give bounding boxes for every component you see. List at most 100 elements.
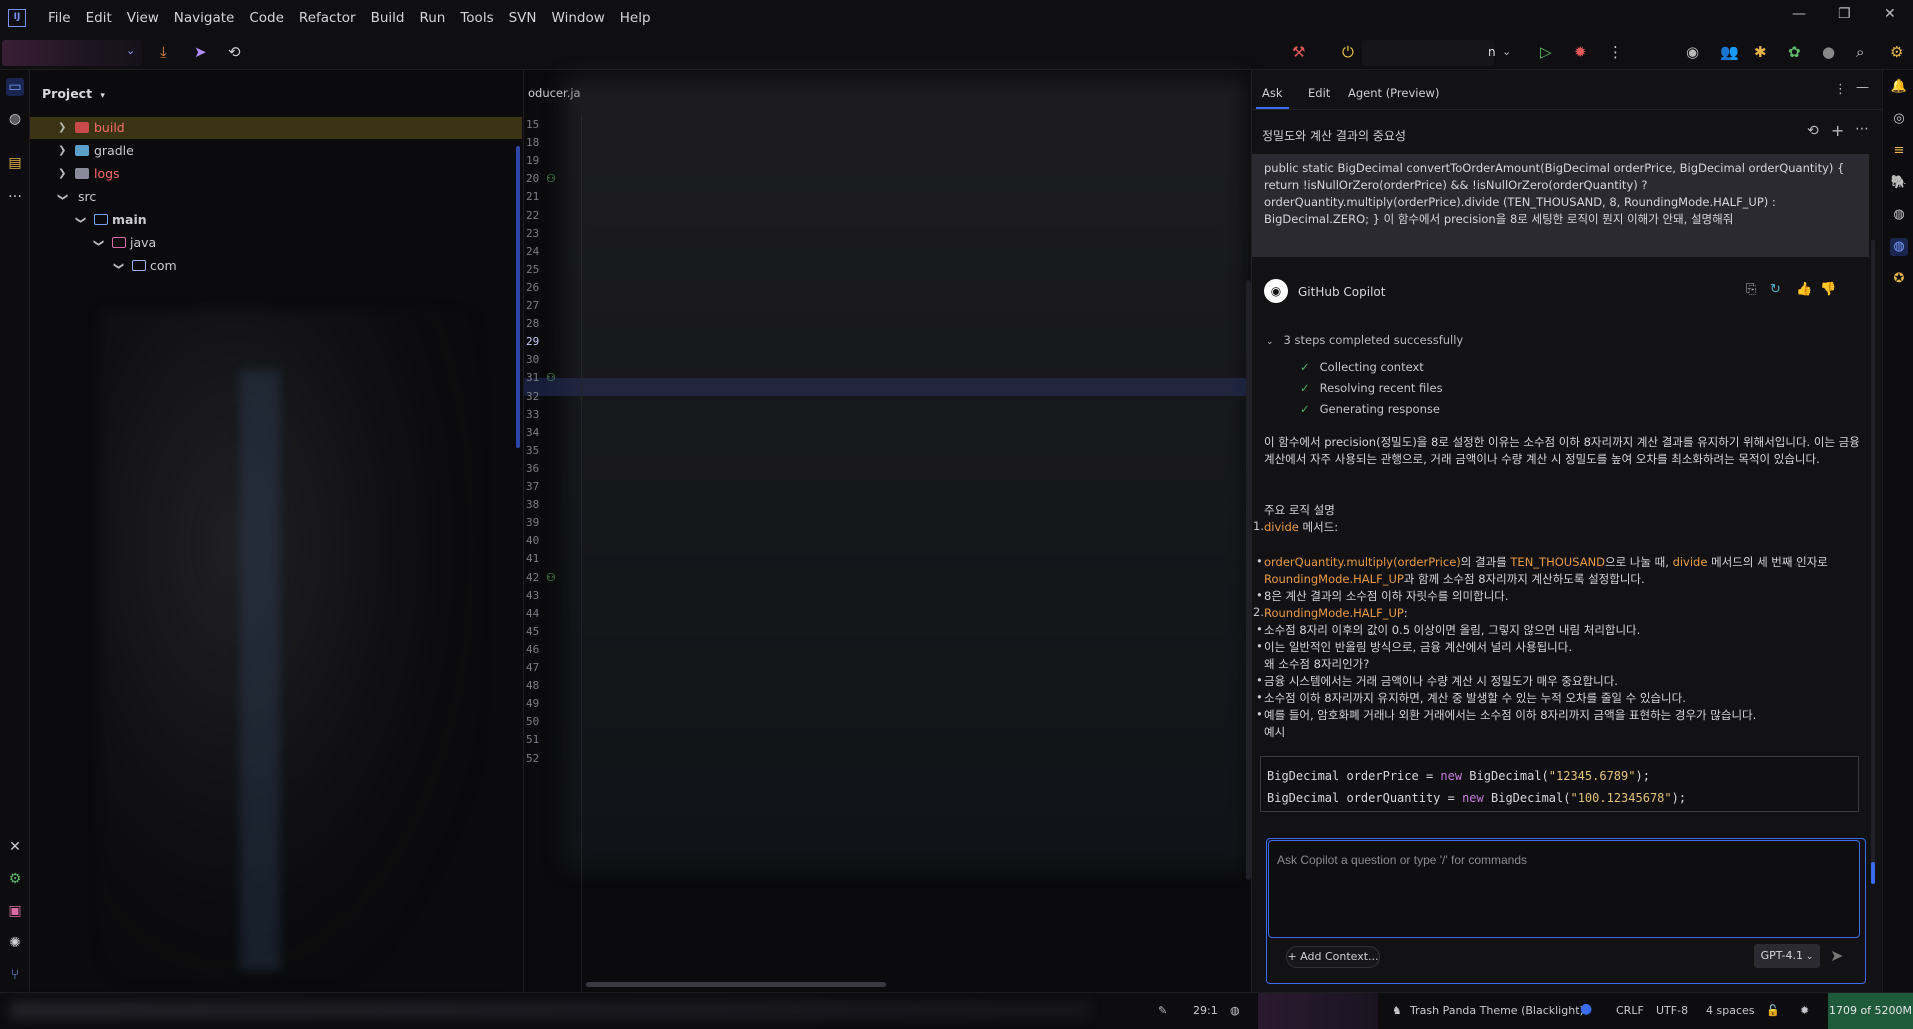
copilot-chat-icon[interactable]: ◍ <box>1890 238 1908 256</box>
chevron-down-icon[interactable]: ❯ <box>87 239 109 247</box>
chevron-down-icon[interactable]: ❯ <box>69 216 91 224</box>
hide-icon[interactable]: — <box>1856 80 1869 95</box>
more-icon[interactable]: ⋯ <box>1855 121 1869 137</box>
close-icon[interactable]: ✕ <box>1884 6 1896 22</box>
menu-code[interactable]: Code <box>249 10 284 26</box>
model-selector[interactable]: GPT-4.1 ⌄ <box>1754 944 1820 968</box>
chevron-down-icon[interactable]: ⌄ <box>1502 45 1511 58</box>
add-context-button[interactable]: + Add Context... <box>1286 946 1380 968</box>
more-tools-icon[interactable]: … <box>6 184 24 202</box>
copilot-status-icon[interactable]: ◉ <box>1686 43 1699 61</box>
minimize-icon[interactable]: — <box>1792 6 1806 22</box>
history-icon[interactable]: ⟲ <box>1807 123 1819 139</box>
menu-file[interactable]: File <box>48 10 71 26</box>
chevron-down-icon[interactable]: ❯ <box>51 193 73 201</box>
history-icon[interactable]: ⟲ <box>228 43 241 61</box>
project-selector[interactable]: ⌄ <box>2 40 142 66</box>
run-icon[interactable]: ▷ <box>1540 43 1552 61</box>
thumbs-up-icon[interactable]: 👍 <box>1796 282 1812 297</box>
line-separator[interactable]: CRLF <box>1616 1004 1644 1017</box>
marketplace-icon[interactable]: ✪ <box>1890 270 1908 288</box>
build-hammer-icon[interactable]: ⚒ <box>1292 43 1305 61</box>
project-view-selector[interactable]: Project ▾ <box>42 86 105 101</box>
tab-edit[interactable]: Edit <box>1308 86 1330 100</box>
chevron-right-icon[interactable]: ❯ <box>58 117 66 139</box>
tree-item-src[interactable]: ❯ src <box>30 186 522 208</box>
code-block[interactable]: BigDecimal orderPrice = new BigDecimal("… <box>1260 756 1859 812</box>
editor-horizontal-scrollbar[interactable] <box>586 982 886 987</box>
chevron-down-icon[interactable]: ❯ <box>107 262 129 270</box>
services-icon[interactable]: ⚙ <box>6 870 24 888</box>
code-with-me-icon[interactable]: 👥 <box>1720 43 1739 61</box>
gradle-icon[interactable]: 🐘 <box>1890 174 1908 192</box>
chat-scrollbar-thumb[interactable] <box>1871 862 1875 884</box>
copilot-icon[interactable]: ◍ <box>6 110 24 128</box>
build-tools-icon[interactable]: ✕ <box>6 838 24 856</box>
readonly-lock-icon[interactable]: 🔓 <box>1766 1004 1780 1017</box>
problems-icon[interactable]: ✺ <box>6 934 24 952</box>
indent-setting[interactable]: 4 spaces <box>1706 1004 1755 1017</box>
memory-indicator[interactable]: 1709 of 5200M <box>1828 993 1913 1029</box>
steps-summary[interactable]: ⌄ 3 steps completed successfully <box>1266 333 1463 347</box>
project-scrollbar[interactable] <box>516 146 520 448</box>
settings-icon[interactable]: ⚙ <box>1890 43 1903 61</box>
debugger-icon[interactable]: ✹ <box>1800 1004 1809 1017</box>
tools-icon[interactable]: ✱ <box>1754 43 1767 61</box>
chevron-right-icon[interactable]: ❯ <box>58 163 66 185</box>
menu-svn[interactable]: SVN <box>509 10 537 26</box>
ai-chat-icon[interactable]: ◎ <box>1890 110 1908 128</box>
menu-edit[interactable]: Edit <box>86 10 112 26</box>
status-dot-icon[interactable]: ● <box>1580 1001 1592 1017</box>
implemented-method-icon[interactable]: ⚇ <box>546 371 556 384</box>
tree-item-com[interactable]: ❯ com <box>30 255 522 277</box>
plugin-icon[interactable]: ✿ <box>1788 43 1801 61</box>
new-chat-icon[interactable]: + <box>1831 121 1844 140</box>
theme-name[interactable]: Trash Panda Theme (Blacklight) <box>1410 1004 1584 1017</box>
menu-build[interactable]: Build <box>371 10 405 26</box>
tab-agent[interactable]: Agent (Preview) <box>1348 86 1439 100</box>
retry-icon[interactable]: ↻ <box>1770 282 1781 297</box>
power-icon[interactable]: ⏻ <box>1342 43 1354 61</box>
menu-help[interactable]: Help <box>620 10 651 26</box>
menu-navigate[interactable]: Navigate <box>174 10 235 26</box>
tree-item-build[interactable]: ❯ build <box>30 117 522 139</box>
chat-input[interactable] <box>1268 840 1860 938</box>
edit-icon[interactable]: ✎ <box>1158 1004 1167 1017</box>
send-icon[interactable]: ➤ <box>1830 946 1843 965</box>
caret-position[interactable]: 29:1 <box>1193 1004 1218 1017</box>
implemented-method-icon[interactable]: ⚇ <box>546 571 556 584</box>
project-view-icon[interactable]: ▭ <box>6 78 24 96</box>
update-project-icon[interactable]: ⤓ <box>160 43 167 61</box>
database-icon[interactable]: ≡ <box>1890 142 1908 160</box>
run-config-selector[interactable] <box>1362 40 1494 66</box>
copilot-status-icon[interactable]: ◍ <box>1230 1004 1240 1017</box>
copy-icon[interactable]: ⎘ <box>1746 282 1756 297</box>
avatar-icon[interactable]: ● <box>1822 43 1835 61</box>
options-icon[interactable]: ⋮ <box>1834 82 1847 97</box>
thumbs-down-icon[interactable]: 👎 <box>1820 282 1836 297</box>
terminal-icon[interactable]: ▣ <box>6 902 24 920</box>
tree-item-java[interactable]: ❯ java <box>30 232 522 254</box>
file-encoding[interactable]: UTF-8 <box>1656 1004 1688 1017</box>
tree-item-gradle[interactable]: ❯ gradle <box>30 140 522 162</box>
restore-icon[interactable]: ❐ <box>1838 6 1851 22</box>
chevron-right-icon[interactable]: ❯ <box>58 140 66 162</box>
implemented-method-icon[interactable]: ⚇ <box>546 172 556 185</box>
search-icon[interactable]: ⌕ <box>1856 43 1864 61</box>
tree-item-logs[interactable]: ❯ logs <box>30 163 522 185</box>
structure-icon[interactable]: ▤ <box>6 154 24 172</box>
menu-refactor[interactable]: Refactor <box>299 10 356 26</box>
menu-run[interactable]: Run <box>419 10 445 26</box>
commit-icon[interactable]: ➤ <box>194 43 207 61</box>
menu-view[interactable]: View <box>127 10 159 26</box>
app-logo-icon[interactable]: IJ <box>8 9 26 27</box>
chat-scrollbar-track[interactable] <box>1871 240 1875 880</box>
tree-item-main[interactable]: ❯ main <box>30 209 522 231</box>
menu-tools[interactable]: Tools <box>460 10 493 26</box>
tab-ask[interactable]: Ask <box>1256 86 1288 109</box>
more-actions-icon[interactable]: ⋮ <box>1608 43 1623 61</box>
git-icon[interactable]: ⑂ <box>6 966 24 984</box>
debug-icon[interactable]: ✹ <box>1574 43 1587 61</box>
notifications-icon[interactable]: 🔔 <box>1890 78 1908 96</box>
menu-window[interactable]: Window <box>552 10 605 26</box>
